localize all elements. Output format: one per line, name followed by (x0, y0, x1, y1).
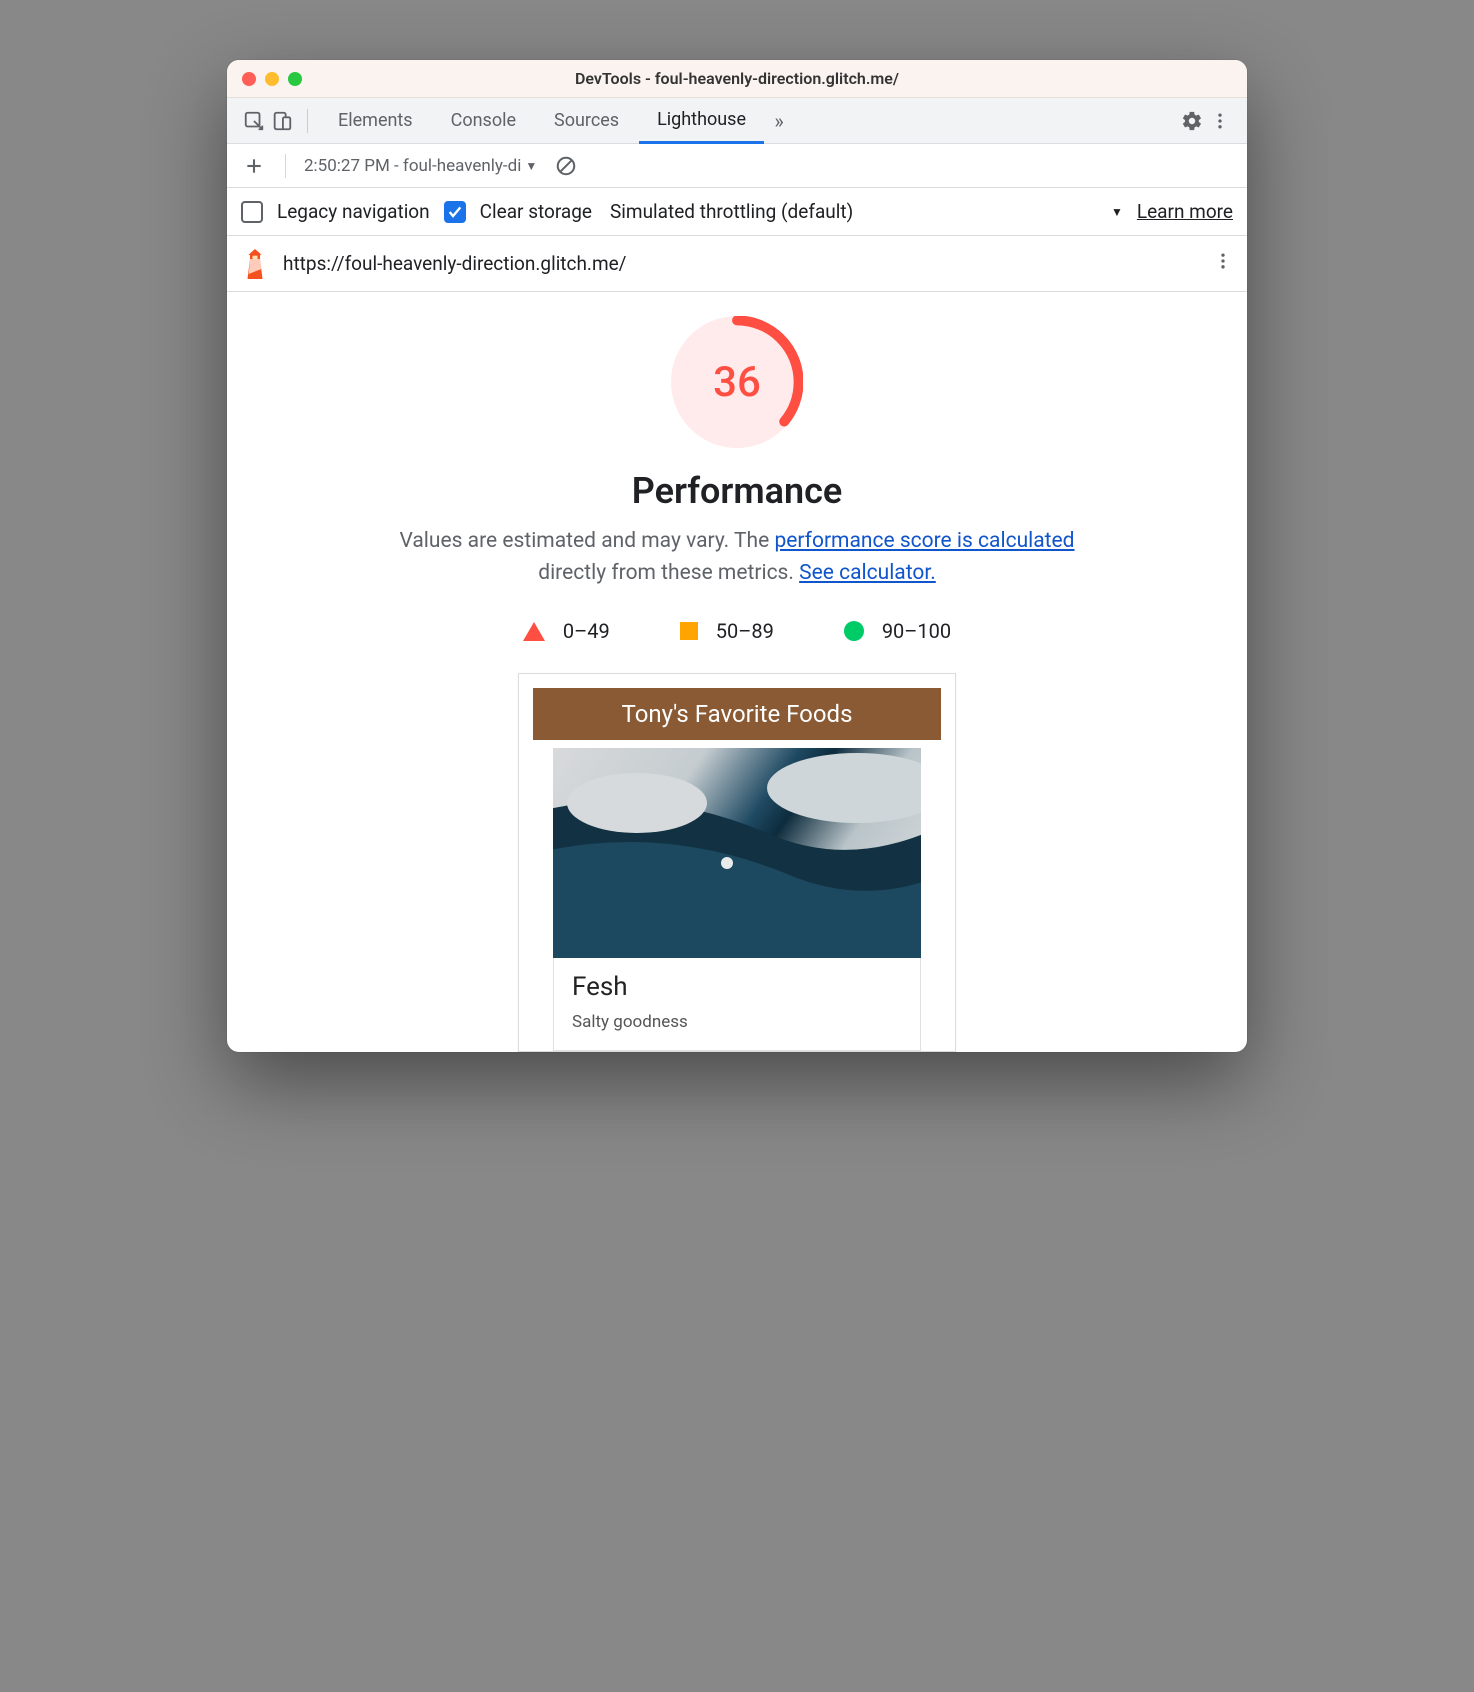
chevron-down-icon[interactable]: ▼ (1111, 205, 1123, 219)
report-selector[interactable]: 2:50:27 PM - foul-heavenly-di ▼ (304, 156, 537, 176)
lighthouse-icon (241, 249, 269, 279)
screenshot-header: Tony's Favorite Foods (533, 688, 941, 740)
item-title: Fesh (572, 972, 902, 1002)
screenshot-card: Fesh Salty goodness (553, 958, 921, 1051)
score-legend: 0–49 50–89 90–100 (251, 619, 1223, 643)
page-screenshot: Tony's Favorite Foods Fesh Sal (518, 673, 956, 1052)
window-title: DevTools - foul-heavenly-direction.glitc… (227, 69, 1247, 88)
tab-sources[interactable]: Sources (536, 98, 637, 144)
report-selector-label: 2:50:27 PM - foul-heavenly-di (304, 156, 521, 176)
legacy-navigation-checkbox[interactable] (241, 201, 263, 223)
tab-elements[interactable]: Elements (320, 98, 431, 144)
square-icon (680, 622, 698, 640)
screenshot-image (553, 748, 921, 958)
chevron-down-icon: ▼ (525, 159, 537, 173)
score-doc-link[interactable]: performance score is calculated (774, 529, 1074, 553)
calculator-link[interactable]: See calculator. (799, 561, 936, 585)
lighthouse-subbar: 2:50:27 PM - foul-heavenly-di ▼ (227, 144, 1247, 188)
device-toggle-icon[interactable] (269, 108, 295, 134)
tab-label: Lighthouse (657, 109, 746, 130)
titlebar: DevTools - foul-heavenly-direction.glitc… (227, 60, 1247, 98)
tab-label: Console (451, 110, 516, 131)
category-title: Performance (251, 470, 1223, 512)
lighthouse-report: 36 Performance Values are estimated and … (227, 292, 1247, 1052)
new-report-button[interactable] (241, 153, 267, 179)
legend-label: 90–100 (882, 619, 951, 643)
devtools-tabstrip: Elements Console Sources Lighthouse » (227, 98, 1247, 144)
lighthouse-options: Legacy navigation Clear storage Simulate… (227, 188, 1247, 236)
separator (307, 109, 308, 133)
report-menu-icon[interactable] (1213, 251, 1233, 277)
devtools-window: DevTools - foul-heavenly-direction.glitc… (227, 60, 1247, 1052)
item-subtitle: Salty goodness (572, 1012, 902, 1032)
report-url: https://foul-heavenly-direction.glitch.m… (283, 252, 1199, 275)
clear-button[interactable] (555, 155, 577, 177)
performance-score: 36 (671, 316, 803, 448)
learn-more-link[interactable]: Learn more (1137, 200, 1233, 223)
tab-lighthouse[interactable]: Lighthouse (639, 98, 764, 144)
throttling-label: Simulated throttling (default) (610, 200, 853, 223)
legend-label: 0–49 (563, 619, 610, 643)
kebab-menu-icon[interactable] (1207, 108, 1233, 134)
gear-icon[interactable] (1179, 108, 1205, 134)
report-url-row: https://foul-heavenly-direction.glitch.m… (227, 236, 1247, 292)
tab-label: Sources (554, 110, 619, 131)
clear-storage-label: Clear storage (480, 200, 592, 223)
performance-gauge: 36 (671, 316, 803, 448)
category-description: Values are estimated and may vary. The p… (357, 526, 1117, 589)
tab-label: Elements (338, 110, 413, 131)
tab-console[interactable]: Console (433, 98, 534, 144)
legacy-navigation-label: Legacy navigation (277, 200, 430, 223)
legend-average: 50–89 (680, 619, 774, 643)
more-tabs-icon[interactable]: » (766, 108, 792, 134)
triangle-icon (523, 622, 545, 641)
circle-icon (844, 621, 864, 641)
separator (285, 154, 286, 178)
clear-storage-checkbox[interactable] (444, 201, 466, 223)
legend-label: 50–89 (716, 619, 774, 643)
legend-pass: 90–100 (844, 619, 951, 643)
inspect-icon[interactable] (241, 108, 267, 134)
legend-fail: 0–49 (523, 619, 610, 643)
